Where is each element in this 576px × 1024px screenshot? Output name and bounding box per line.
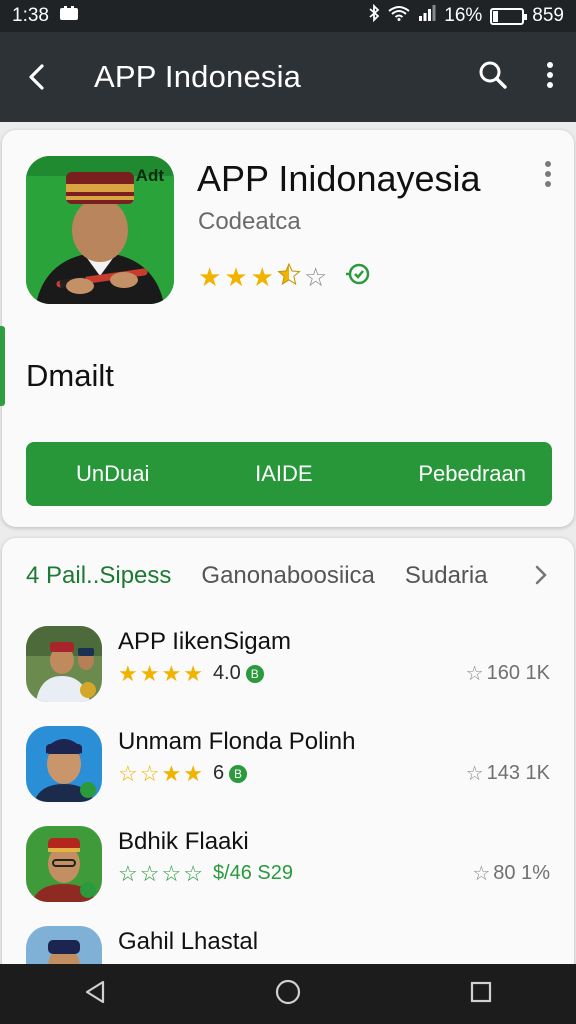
app-icon: Adt [26, 156, 174, 304]
list-item-downloads: ☆ 80 1% [472, 862, 550, 885]
tab-category[interactable]: Ganonaboosiica [201, 562, 374, 590]
tab-bar: 4 Pail..Sipess Ganonaboosiica Sudaria [2, 538, 574, 614]
battery-icon [490, 7, 528, 25]
battery-level [493, 10, 498, 22]
star-icon: ★ [161, 660, 182, 686]
search-button[interactable] [478, 60, 508, 95]
download-button[interactable]: UnDuai [76, 461, 149, 487]
star-icon: ★ [183, 760, 203, 786]
star-icon: ★ [118, 660, 138, 686]
arrow-back-icon [29, 64, 44, 90]
star-outline-icon: ☆ [472, 862, 491, 885]
star-icon: ☆ [118, 760, 138, 786]
update-button[interactable]: Pebedraan [418, 461, 526, 487]
list-item-score: 4.0 [212, 662, 241, 684]
signal-icon [418, 5, 436, 27]
app-detail-card: Adt APP Inidonayesia Codeatca ★ ★ ★ ☆ Dm… [0, 130, 574, 527]
star-icon: ★ [250, 261, 274, 292]
list-item-score: $/46 S29 [212, 862, 294, 884]
list-item-badge: B [229, 764, 248, 783]
list-item-badge: B [245, 664, 264, 683]
status-bar: 1:38 16% 859 [0, 0, 576, 32]
star-icon: ★ [198, 261, 222, 292]
list-item-title: Unmam Flonda Polinh [118, 728, 356, 755]
list-item-downloads: ☆ 143 1K [466, 762, 550, 785]
star-icon: ★ [139, 660, 160, 686]
app-avatar [26, 626, 102, 702]
list-item-title: APP IikenSigam [118, 628, 291, 655]
list-item[interactable]: Unmam Flonda Polinh ☆ ☆ ★ ★ 6 B ☆ 143 1K [2, 716, 574, 812]
tabs-next-button[interactable] [534, 564, 548, 591]
wifi-icon [388, 5, 410, 27]
half-star-icon [277, 262, 301, 291]
middle-action-button[interactable]: IAIDE [255, 461, 312, 487]
developer-name[interactable]: Codeatca [198, 208, 301, 236]
list-item-rating: ☆ ☆ ☆ ☆ $/46 S29 [118, 862, 293, 885]
list-item-downloads-text: 160 1K [486, 662, 550, 684]
star-outline-icon: ☆ [465, 662, 484, 685]
app-avatar [26, 726, 102, 802]
triangle-back-icon [86, 980, 105, 1003]
nav-recents-button[interactable] [469, 980, 493, 1009]
list-item[interactable]: Bdhik Flaaki ☆ ☆ ☆ ☆ $/46 S29 ☆ 80 1% [2, 816, 574, 912]
navigation-bar [0, 964, 576, 1024]
list-item-downloads: ☆ 160 1K [466, 662, 550, 685]
verified-icon [344, 262, 372, 291]
list-item-downloads-text: 80 1% [493, 862, 550, 884]
back-button[interactable] [0, 64, 74, 90]
tab-similar[interactable]: 4 Pail..Sipess [26, 562, 171, 590]
page-title: APP Indonesia [94, 59, 302, 94]
nav-back-button[interactable] [83, 979, 107, 1010]
related-apps-card: 4 Pail..Sipess Ganonaboosiica Sudaria AP… [2, 538, 574, 978]
star-icon: ★ [161, 760, 182, 786]
app-rating: ★ ★ ★ ☆ [198, 262, 372, 291]
star-icon: ★ [224, 261, 248, 292]
star-outline-icon: ☆ [303, 261, 328, 292]
list-item-title: Gahil Lhastal [118, 928, 259, 955]
list-item-downloads-text: 143 1K [486, 762, 550, 784]
list-item-rating: ★ ★ ★ ★ 4.0 B [118, 662, 264, 685]
star-icon: ★ [183, 660, 203, 686]
more-vert-icon [547, 61, 553, 88]
star-outline-icon: ☆ [161, 860, 182, 886]
nav-home-button[interactable] [274, 978, 302, 1011]
circle-home-icon [275, 979, 301, 1004]
search-icon [479, 61, 507, 89]
star-outline-icon: ☆ [139, 860, 160, 886]
overflow-menu-button[interactable] [546, 61, 554, 94]
star-icon: ☆ [139, 760, 160, 786]
app-name: APP Inidonayesia [197, 158, 481, 199]
bluetooth-icon [368, 3, 380, 28]
card-overflow-button[interactable] [544, 160, 552, 193]
star-outline-icon: ☆ [183, 860, 203, 886]
action-bar: UnDuai IAIDE Pebedraan [26, 442, 552, 506]
star-outline-icon: ☆ [118, 860, 138, 886]
battery-percent: 16% [444, 5, 483, 26]
list-item-score: 6 [212, 762, 225, 784]
list-item-title: Bdhik Flaaki [118, 828, 249, 855]
star-outline-icon: ☆ [465, 762, 484, 785]
status-network: 859 [532, 5, 564, 26]
list-item[interactable]: APP IikenSigam ★ ★ ★ ★ 4.0 B ☆ 160 1K [2, 616, 574, 712]
more-vert-icon [545, 161, 551, 187]
app-bar: APP Indonesia [0, 32, 576, 122]
section-label: Dmailt [26, 358, 114, 393]
list-item-rating: ☆ ☆ ★ ★ 6 B [118, 760, 248, 786]
square-recents-icon [470, 981, 491, 1002]
side-accent [0, 326, 5, 406]
app-icon-label: Adt [135, 166, 164, 185]
status-time: 1:38 [12, 5, 49, 26]
chevron-right-icon [535, 565, 547, 585]
app-avatar [26, 826, 102, 902]
notification-icon [59, 5, 79, 27]
tab-more[interactable]: Sudaria [405, 562, 488, 590]
